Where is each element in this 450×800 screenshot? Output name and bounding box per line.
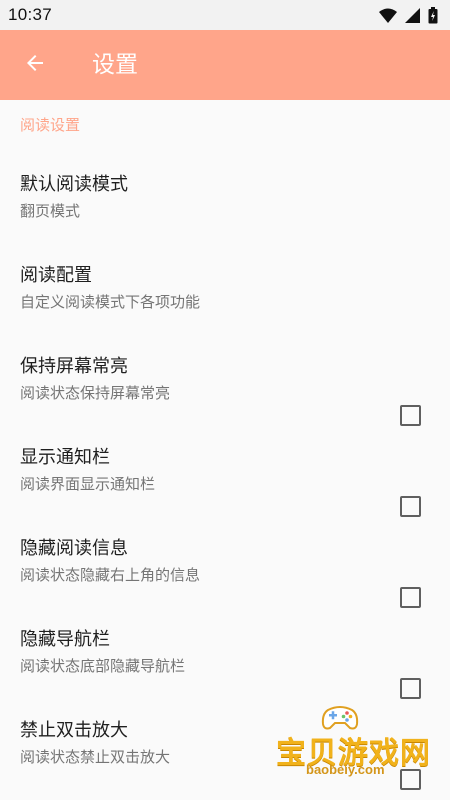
page-title: 设置 bbox=[92, 52, 138, 78]
setting-title: 阅读配置 bbox=[20, 265, 92, 286]
status-bar: 10:37 bbox=[0, 0, 450, 30]
setting-item[interactable]: 保持屏幕常亮阅读状态保持屏幕常亮 bbox=[0, 324, 450, 426]
back-button[interactable] bbox=[20, 50, 50, 80]
setting-item[interactable]: 默认阅读模式 翻页模式 bbox=[0, 142, 450, 232]
setting-summary: 阅读界面显示通知栏 bbox=[20, 475, 156, 493]
setting-title: 隐藏阅读信息 bbox=[20, 538, 128, 559]
setting-item[interactable]: 禁止双击放大阅读状态禁止双击放大 bbox=[0, 688, 450, 790]
setting-summary: 自定义阅读模式下各项功能 bbox=[20, 293, 201, 311]
setting-summary: 阅读状态隐藏右上角的信息 bbox=[20, 566, 201, 584]
setting-title: 默认阅读模式 bbox=[20, 174, 128, 195]
setting-summary: 阅读状态底部隐藏导航栏 bbox=[20, 657, 186, 675]
setting-checkbox[interactable] bbox=[400, 769, 421, 790]
setting-item[interactable]: 隐藏导航栏阅读状态底部隐藏导航栏 bbox=[0, 597, 450, 699]
battery-icon bbox=[428, 7, 438, 24]
setting-summary: 翻页模式 bbox=[20, 202, 81, 220]
setting-title: 禁止双击放大 bbox=[20, 720, 128, 741]
setting-title: 显示通知栏 bbox=[20, 447, 110, 468]
setting-title: 隐藏导航栏 bbox=[20, 629, 110, 650]
wifi-icon bbox=[379, 8, 397, 23]
setting-summary: 阅读状态禁止双击放大 bbox=[20, 748, 171, 766]
app-bar: 设置 bbox=[0, 30, 450, 100]
status-icons bbox=[379, 7, 438, 24]
setting-summary: 阅读状态保持屏幕常亮 bbox=[20, 384, 171, 402]
setting-item[interactable]: 阅读配置自定义阅读模式下各项功能 bbox=[0, 233, 450, 323]
setting-title: 保持屏幕常亮 bbox=[20, 356, 128, 377]
section-header: 阅读设置 bbox=[20, 116, 81, 134]
signal-icon bbox=[405, 8, 420, 23]
status-time: 10:37 bbox=[8, 5, 53, 24]
arrow-left-icon bbox=[23, 51, 47, 79]
setting-item[interactable]: 显示通知栏阅读界面显示通知栏 bbox=[0, 415, 450, 517]
setting-item[interactable]: 隐藏阅读信息阅读状态隐藏右上角的信息 bbox=[0, 506, 450, 608]
